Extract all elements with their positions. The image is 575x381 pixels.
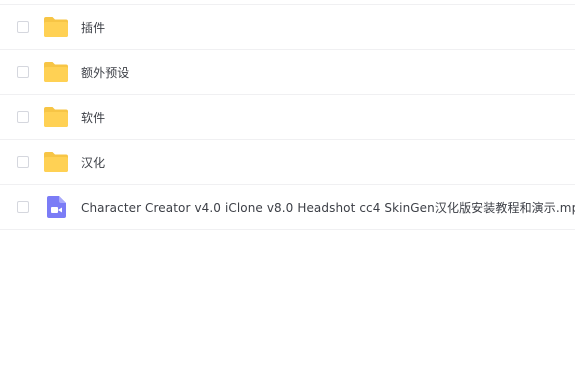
file-name[interactable]: 汉化 [81,154,105,171]
file-row-software[interactable]: 软件 [0,95,575,140]
folder-icon [43,150,69,174]
file-row-extra-presets[interactable]: 额外预设 [0,50,575,95]
file-list: 插件 额外预设 软件 汉化 Character Creator v4.0 iCl… [0,0,575,230]
row-checkbox[interactable] [17,21,29,33]
folder-icon [43,15,69,39]
file-row-plugins[interactable]: 插件 [0,5,575,50]
file-name[interactable]: Character Creator v4.0 iClone v8.0 Heads… [81,199,575,216]
folder-icon [43,60,69,84]
folder-icon [43,105,69,129]
file-name[interactable]: 额外预设 [81,64,129,81]
file-row-video[interactable]: Character Creator v4.0 iClone v8.0 Heads… [0,185,575,230]
file-row-localization[interactable]: 汉化 [0,140,575,185]
row-checkbox[interactable] [17,111,29,123]
row-checkbox[interactable] [17,66,29,78]
video-file-icon [43,195,69,219]
row-checkbox[interactable] [17,156,29,168]
row-checkbox[interactable] [17,201,29,213]
file-name[interactable]: 软件 [81,109,105,126]
file-name[interactable]: 插件 [81,19,105,36]
